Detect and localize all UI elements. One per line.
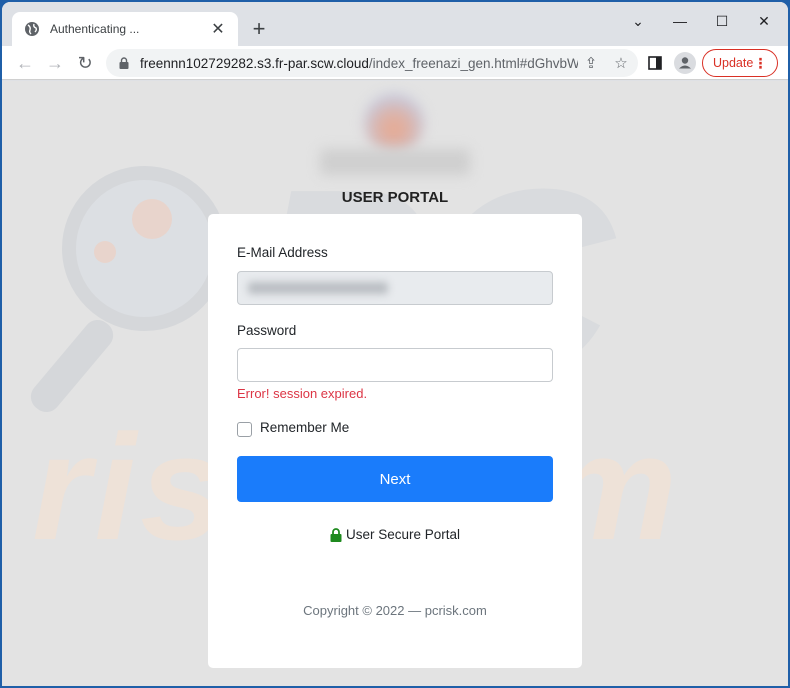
green-lock-icon bbox=[330, 527, 342, 542]
reload-icon[interactable]: ↻ bbox=[72, 50, 98, 76]
side-panel-glyph bbox=[648, 56, 662, 70]
side-panel-icon[interactable] bbox=[642, 50, 668, 76]
share-icon[interactable]: ⇪ bbox=[578, 50, 604, 76]
lock-icon bbox=[119, 57, 129, 69]
tab-strip: Authenticating ... ✕ + ⌄ — ☐ ✕ bbox=[2, 2, 788, 46]
secure-portal-note: User Secure Portal bbox=[208, 527, 582, 542]
watermark-dot bbox=[94, 241, 116, 263]
blurred-logo bbox=[364, 93, 424, 153]
forward-arrow-icon[interactable]: → bbox=[42, 50, 68, 76]
blurred-email-value bbox=[248, 282, 388, 294]
browser-window: Authenticating ... ✕ + ⌄ — ☐ ✕ ← → ↻ fre… bbox=[2, 2, 788, 686]
update-button[interactable]: Update ⋮ bbox=[702, 49, 778, 77]
update-label: Update bbox=[713, 56, 754, 70]
tab-search-icon[interactable]: ⌄ bbox=[620, 10, 656, 32]
login-card: E-Mail Address Password Error! session e… bbox=[208, 214, 582, 668]
back-arrow-icon[interactable]: ← bbox=[12, 50, 38, 76]
password-field[interactable] bbox=[237, 348, 553, 382]
browser-toolbar: ← → ↻ freennn102729282.s3.fr-par.scw.clo… bbox=[2, 46, 788, 80]
password-label: Password bbox=[237, 323, 297, 338]
remember-me-label[interactable]: Remember Me bbox=[260, 420, 349, 435]
bookmark-star-icon[interactable]: ☆ bbox=[608, 50, 634, 76]
tab-authenticating[interactable]: Authenticating ... ✕ bbox=[12, 12, 238, 46]
tab-title: Authenticating ... bbox=[50, 22, 140, 36]
portal-title: USER PORTAL bbox=[341, 189, 449, 206]
menu-dots-icon[interactable]: ⋮ bbox=[753, 56, 767, 70]
error-message: Error! session expired. bbox=[237, 386, 368, 401]
maximize-button[interactable]: ☐ bbox=[704, 10, 740, 32]
url-text: freennn102729282.s3.fr-par.scw.cloud/ind… bbox=[140, 56, 578, 71]
secure-portal-label: User Secure Portal bbox=[345, 527, 461, 542]
address-bar[interactable]: freennn102729282.s3.fr-par.scw.cloud/ind… bbox=[106, 49, 638, 77]
close-window-button[interactable]: ✕ bbox=[746, 10, 782, 32]
tab-close-icon[interactable]: ✕ bbox=[204, 15, 232, 43]
minimize-button[interactable]: — bbox=[662, 10, 698, 32]
url-path: /index_freenazi_gen.html#dGhvbW... bbox=[368, 55, 578, 71]
remember-me-checkbox[interactable] bbox=[237, 422, 252, 437]
profile-glyph bbox=[674, 52, 696, 74]
email-label: E-Mail Address bbox=[237, 245, 328, 260]
blurred-org-name bbox=[320, 149, 470, 175]
globe-icon bbox=[25, 22, 39, 36]
next-button[interactable]: Next bbox=[237, 456, 553, 502]
copyright-text: Copyright © 2022 — pcrisk.com bbox=[303, 603, 487, 618]
new-tab-button[interactable]: + bbox=[246, 16, 272, 42]
profile-avatar-icon[interactable] bbox=[672, 50, 698, 76]
url-host: freennn102729282.s3.fr-par.scw.cloud bbox=[140, 55, 369, 71]
page-content: PC risk.com USER PORTAL E-Mail Address P… bbox=[2, 81, 788, 686]
email-field[interactable] bbox=[237, 271, 553, 305]
